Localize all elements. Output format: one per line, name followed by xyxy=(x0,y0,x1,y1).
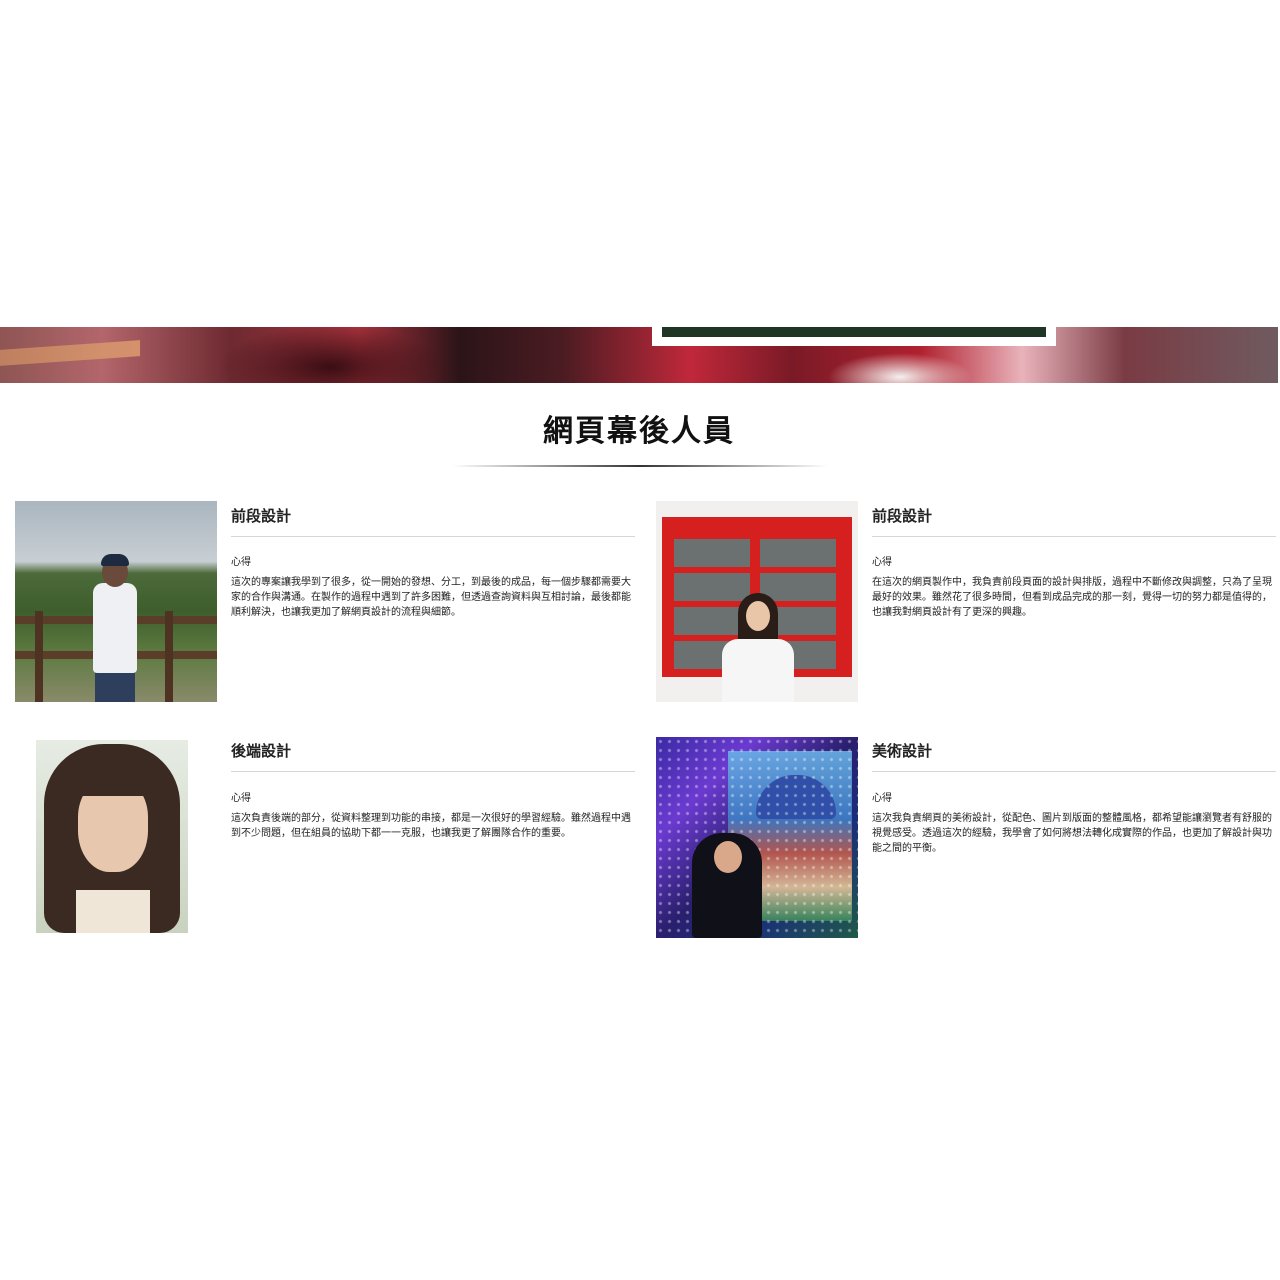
photo-person-shirt xyxy=(76,890,150,933)
page: 網頁幕後人員 前段設計 心得 這次的專案讓我學到了很多，從一開始的發想、分工，到… xyxy=(0,0,1280,1280)
member-photo-4 xyxy=(656,737,858,938)
section-title: 網頁幕後人員 xyxy=(543,414,735,449)
member-photo-1 xyxy=(15,501,217,702)
member-note: 在這次的網頁製作中，我負責前段頁面的設計與排版，過程中不斷修改與調整，只為了呈現… xyxy=(872,577,1272,618)
member-role: 美術設計 xyxy=(872,742,933,760)
photo-person-shirt xyxy=(722,639,794,702)
photo-person-face xyxy=(714,841,742,873)
member-role: 後端設計 xyxy=(231,742,292,760)
photo-person-face xyxy=(746,601,770,631)
photo-window-pane xyxy=(674,573,750,601)
photo-window-pane xyxy=(674,539,750,567)
member-role: 前段設計 xyxy=(872,507,933,525)
note-label: 心得 xyxy=(231,557,251,568)
member-note: 這次負責後端的部分，從資料整理到功能的串接，都是一次很好的學習經驗。雖然過程中遇… xyxy=(231,813,631,839)
photo-person-cap xyxy=(101,554,129,566)
member-photo-2 xyxy=(656,501,858,702)
note-label: 心得 xyxy=(872,557,892,568)
role-divider xyxy=(231,771,635,772)
member-role: 前段設計 xyxy=(231,507,292,525)
photo-person-legs xyxy=(95,671,135,702)
hero-tab-frame xyxy=(652,327,1056,346)
photo-person-body xyxy=(93,583,137,673)
member-note: 這次我負責網頁的美術設計，從配色、圖片到版面的整體風格，都希望能讓瀏覽者有舒服的… xyxy=(872,813,1272,854)
hero-banner-image xyxy=(0,327,1278,383)
hero-stripe xyxy=(0,340,140,366)
photo-railing-post xyxy=(35,611,43,702)
role-divider xyxy=(872,536,1276,537)
role-divider xyxy=(872,771,1276,772)
photo-window-pane xyxy=(760,539,836,567)
hero-tab-bar xyxy=(662,327,1046,337)
photo-person-bangs xyxy=(70,762,156,796)
member-note: 這次的專案讓我學到了很多，從一開始的發想、分工，到最後的成品，每一個步驟都需要大… xyxy=(231,577,631,618)
photo-window-pane xyxy=(760,573,836,601)
photo-railing-post xyxy=(165,611,173,702)
role-divider xyxy=(231,536,635,537)
note-label: 心得 xyxy=(231,793,251,804)
member-photo-3 xyxy=(36,740,188,933)
note-label: 心得 xyxy=(872,793,892,804)
section-divider xyxy=(452,465,828,467)
